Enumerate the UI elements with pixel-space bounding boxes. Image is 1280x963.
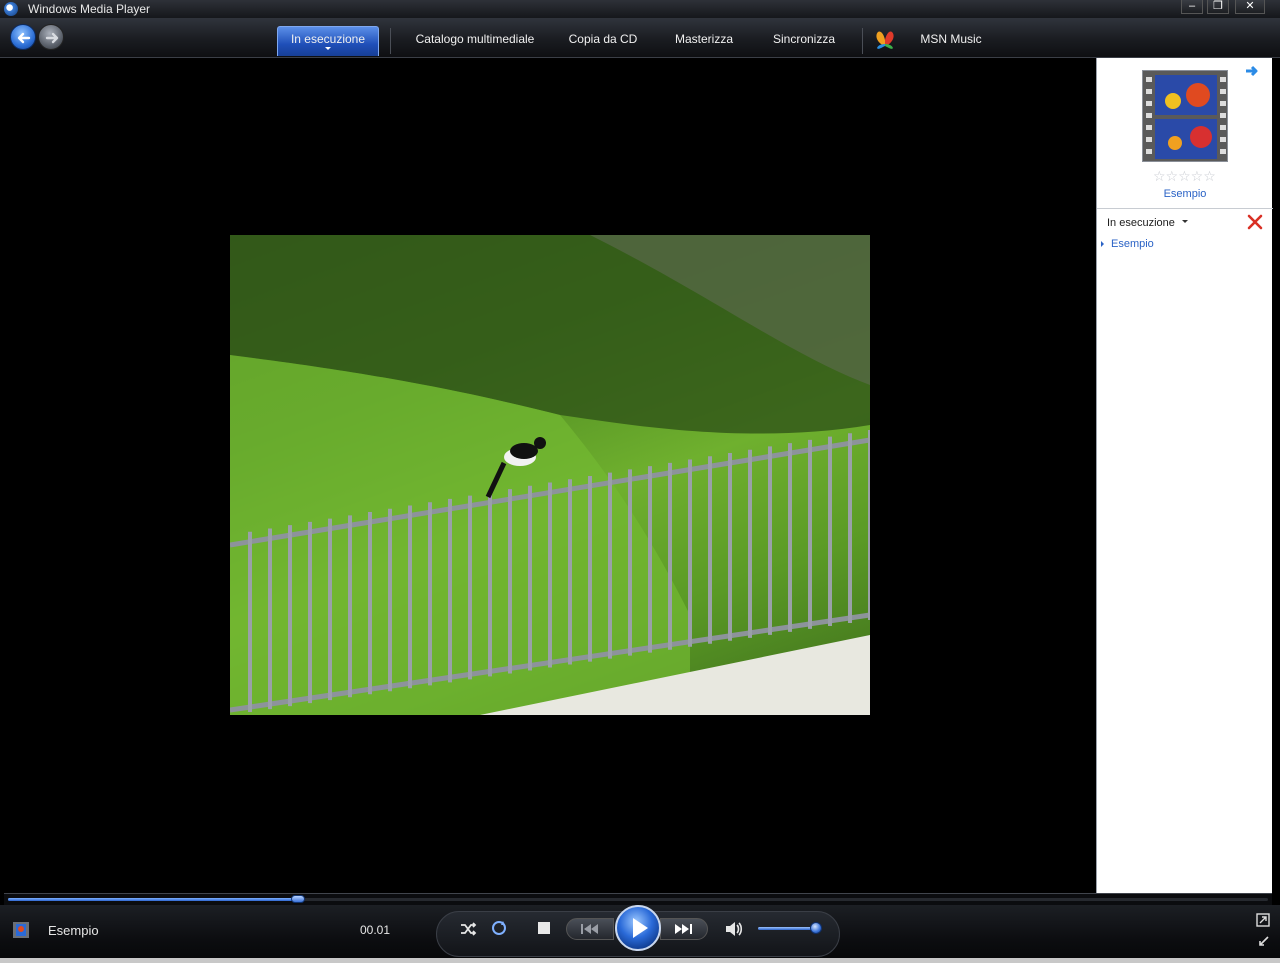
tab-separator [390, 28, 391, 54]
next-icon [675, 924, 692, 934]
tab-library[interactable]: Catalogo multimediale [404, 26, 546, 56]
volume-handle[interactable] [810, 922, 822, 934]
stop-button[interactable] [538, 922, 550, 934]
media-player-app-icon [4, 2, 18, 16]
seek-progress [8, 898, 298, 901]
tab-separator [862, 28, 863, 54]
repeat-icon[interactable] [489, 918, 509, 938]
tab-sync[interactable]: Sincronizza [764, 26, 844, 56]
next-button[interactable] [660, 918, 708, 940]
media-player-window: Windows Media Player – ❐ ✕ In esecuzione… [0, 0, 1280, 963]
playback-controls: Esempio 00.01 [0, 905, 1280, 963]
now-playing-pane: ☆☆☆☆☆ Esempio In esecuzione Esempio [1096, 58, 1273, 893]
seek-bar[interactable] [4, 893, 1272, 905]
shuffle-icon[interactable] [458, 919, 478, 939]
pane-divider [1097, 208, 1273, 209]
video-content [230, 235, 870, 715]
playlist-item[interactable]: Esempio [1101, 238, 1154, 250]
back-button[interactable] [10, 24, 36, 50]
restore-button[interactable]: ❐ [1207, 0, 1229, 14]
taskbar-navigation: In esecuzione Catalogo multimediale Copi… [0, 18, 1280, 58]
tab-rip[interactable]: Copia da CD [560, 26, 646, 56]
previous-icon [581, 924, 598, 934]
arrow-left-icon [17, 32, 31, 44]
seek-track[interactable] [8, 895, 1268, 903]
video-frame[interactable] [230, 235, 870, 715]
close-button[interactable]: ✕ [1235, 0, 1265, 14]
tab-burn[interactable]: Masterizza [664, 26, 744, 56]
fullscreen-icon[interactable] [1256, 935, 1270, 949]
tab-msn-music[interactable]: MSN Music [906, 26, 996, 56]
forward-button[interactable] [38, 24, 64, 50]
tab-now-playing[interactable]: In esecuzione [277, 26, 379, 56]
clear-list-icon[interactable] [1246, 213, 1264, 231]
now-playing-title: Esempio [48, 923, 99, 938]
msn-butterfly-icon [876, 31, 894, 49]
switch-to-compact-icon[interactable] [1256, 913, 1270, 927]
minimize-button[interactable]: – [1181, 0, 1203, 14]
video-file-icon [13, 922, 29, 938]
video-area[interactable] [4, 58, 1096, 893]
film-strip-art-icon [1143, 71, 1227, 161]
chevron-down-icon[interactable] [1182, 220, 1188, 226]
arrow-right-icon [45, 32, 59, 44]
playlist-header[interactable]: In esecuzione [1107, 217, 1175, 229]
elapsed-time[interactable]: 00.01 [360, 923, 390, 937]
album-art-title[interactable]: Esempio [1097, 188, 1273, 200]
speaker-icon[interactable] [724, 920, 744, 938]
hide-pane-arrow-icon[interactable] [1245, 64, 1259, 78]
seek-handle[interactable] [291, 895, 305, 903]
play-button[interactable] [615, 905, 661, 951]
album-art[interactable] [1142, 70, 1228, 162]
rating-stars[interactable]: ☆☆☆☆☆ [1153, 168, 1216, 185]
title-bar: Windows Media Player – ❐ ✕ [0, 0, 1280, 18]
window-bottom-border [0, 958, 1280, 963]
previous-button[interactable] [566, 918, 614, 940]
play-icon [633, 918, 648, 938]
window-title: Windows Media Player [28, 2, 151, 16]
